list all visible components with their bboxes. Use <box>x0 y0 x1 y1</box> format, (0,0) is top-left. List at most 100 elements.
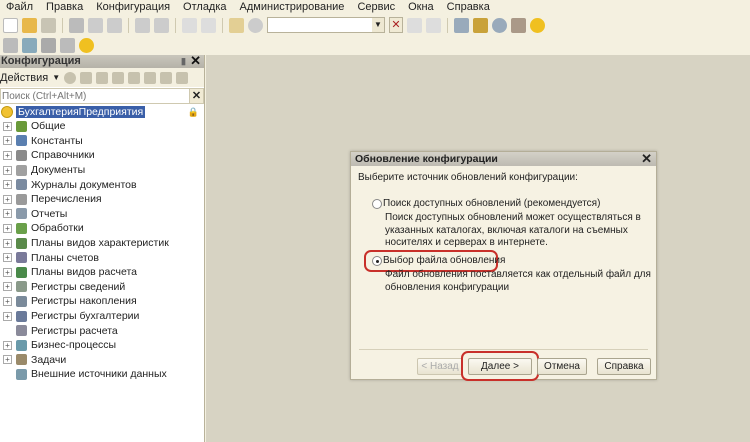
menu-windows[interactable]: Окна <box>402 0 441 14</box>
expand-icon[interactable]: + <box>3 340 12 350</box>
tree-item[interactable]: + Регистры бухгалтерии <box>0 309 204 324</box>
tree-item-label: Общие <box>31 120 66 133</box>
expand-icon[interactable]: + <box>3 121 12 131</box>
next-button[interactable]: Далее > <box>468 358 532 375</box>
paste-icon[interactable] <box>107 17 122 33</box>
find-in-folder-icon[interactable] <box>229 17 244 33</box>
search-combo[interactable]: ▼ <box>267 17 385 33</box>
assistant-icon[interactable] <box>473 17 488 33</box>
radio-search-updates[interactable] <box>372 199 382 209</box>
cut-icon[interactable] <box>69 17 84 33</box>
tree-item-icon <box>16 179 27 191</box>
update-config-icon[interactable] <box>22 37 37 53</box>
expand-icon[interactable]: + <box>3 165 12 175</box>
delete-icon[interactable] <box>112 71 125 84</box>
sync-icon[interactable] <box>454 17 469 33</box>
tree-item[interactable]: + Документы <box>0 163 204 178</box>
tree-item[interactable]: + Регистры сведений <box>0 280 204 295</box>
print-icon[interactable] <box>135 17 150 33</box>
tree-item[interactable]: + Константы <box>0 134 204 149</box>
pin-icon[interactable]: ▮ <box>181 55 186 68</box>
run-debug-icon[interactable] <box>79 37 94 53</box>
expand-icon[interactable]: + <box>3 253 12 263</box>
menu-debug[interactable]: Отладка <box>177 0 233 14</box>
search-icon[interactable] <box>248 17 263 33</box>
find-prev-icon[interactable] <box>426 17 441 33</box>
expand-icon[interactable]: + <box>3 238 12 248</box>
copy-icon[interactable] <box>96 71 109 84</box>
tree-item[interactable]: + Перечисления <box>0 192 204 207</box>
menu-help[interactable]: Справка <box>441 0 497 14</box>
tree-item-label: Внешние источники данных <box>31 368 167 381</box>
edit-icon[interactable] <box>80 71 93 84</box>
clear-search-button[interactable]: ✕ <box>389 17 403 33</box>
compare-icon[interactable] <box>41 37 56 53</box>
clear-icon[interactable]: ✕ <box>189 89 203 103</box>
expand-icon[interactable]: + <box>3 150 12 160</box>
tree-root[interactable]: БухгалтерияПредприятия 🔒 <box>0 105 204 119</box>
menu-edit[interactable]: Правка <box>40 0 90 14</box>
menu-file[interactable]: Файл <box>0 0 40 14</box>
radio-select-file[interactable] <box>372 256 382 266</box>
tree-item[interactable]: + Справочники <box>0 148 204 163</box>
tree-item[interactable]: Регистры расчета <box>0 323 204 338</box>
back-button[interactable]: < Назад <box>417 358 463 375</box>
expand-icon[interactable]: + <box>3 136 12 146</box>
tree-item[interactable]: + Планы видов характеристик <box>0 236 204 251</box>
option1-label[interactable]: Поиск доступных обновлений (рекомендуетс… <box>383 198 600 211</box>
menu-administration[interactable]: Администрирование <box>234 0 352 14</box>
tree-search-input[interactable] <box>1 89 189 103</box>
expand-icon[interactable]: + <box>3 267 12 277</box>
expand-icon[interactable]: + <box>3 296 12 306</box>
tree-item-label: Отчеты <box>31 207 68 220</box>
option2-label[interactable]: Выбор файла обновления <box>383 255 505 268</box>
undo-icon[interactable] <box>182 17 197 33</box>
add-icon[interactable] <box>64 71 77 84</box>
tree-item[interactable]: + Задачи <box>0 353 204 368</box>
expand-icon[interactable]: + <box>3 311 12 321</box>
expand-icon[interactable]: + <box>3 355 12 365</box>
sort-icon[interactable] <box>160 71 173 84</box>
syntax-helper-icon[interactable] <box>511 17 526 33</box>
expand-icon[interactable]: + <box>3 209 12 219</box>
open-folder-icon[interactable] <box>22 17 37 33</box>
move-down-icon[interactable] <box>144 71 157 84</box>
panel-actions: Действия ▼ <box>0 68 204 87</box>
expand-icon[interactable]: + <box>3 194 12 204</box>
menu-configuration[interactable]: Конфигурация <box>90 0 177 14</box>
cancel-button[interactable]: Отмена <box>537 358 587 375</box>
info-icon[interactable] <box>530 17 545 33</box>
actions-menu[interactable]: Действия <box>0 72 48 84</box>
tree-item[interactable]: + Планы счетов <box>0 250 204 265</box>
tree-item[interactable]: + Бизнес-процессы <box>0 338 204 353</box>
tree-item[interactable]: Внешние источники данных <box>0 367 204 382</box>
tree-item-icon <box>16 222 27 234</box>
tree-item[interactable]: + Отчеты <box>0 207 204 222</box>
chevron-down-icon[interactable]: ▼ <box>372 18 384 32</box>
save-icon[interactable] <box>41 17 56 33</box>
tree-item[interactable]: + Журналы документов <box>0 177 204 192</box>
filter-icon[interactable] <box>176 71 189 84</box>
close-icon[interactable]: ✕ <box>641 152 652 166</box>
move-up-icon[interactable] <box>128 71 141 84</box>
redo-icon[interactable] <box>201 17 216 33</box>
tree-item-label: Справочники <box>31 149 95 162</box>
tree-item[interactable]: + Регистры накопления <box>0 294 204 309</box>
new-file-icon[interactable] <box>3 17 18 33</box>
help-search-icon[interactable] <box>492 17 507 33</box>
menu-service[interactable]: Сервис <box>351 0 402 14</box>
tree-item[interactable]: + Общие <box>0 119 204 134</box>
tree-item[interactable]: + Планы видов расчета <box>0 265 204 280</box>
find-next-icon[interactable] <box>407 17 422 33</box>
window-icon[interactable] <box>60 37 75 53</box>
expand-icon[interactable]: + <box>3 282 12 292</box>
expand-icon[interactable]: + <box>3 180 12 190</box>
help-button[interactable]: Справка <box>597 358 651 375</box>
print-preview-icon[interactable] <box>154 17 169 33</box>
option1-description: Поиск доступных обновлений может осущест… <box>385 212 641 248</box>
expand-icon[interactable]: + <box>3 223 12 233</box>
db-config-icon[interactable] <box>3 37 18 53</box>
tree-item[interactable]: + Обработки <box>0 221 204 236</box>
close-icon[interactable]: ✕ <box>190 54 201 67</box>
copy-icon[interactable] <box>88 17 103 33</box>
